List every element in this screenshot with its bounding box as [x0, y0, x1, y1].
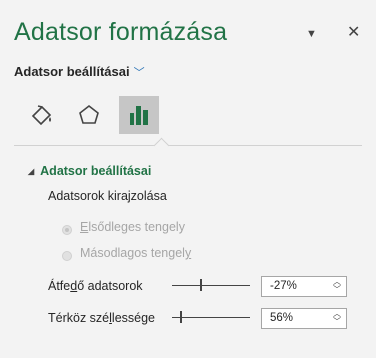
primary-axis-label: Elsődleges tengely — [80, 220, 185, 234]
primary-axis-radio[interactable] — [62, 225, 72, 235]
series-options-dropdown[interactable]: Adatsor beállításai ﹀ — [14, 64, 145, 80]
series-overlap-label: Átfedő adatsorok — [48, 279, 143, 293]
slider-thumb[interactable] — [180, 311, 182, 323]
triangle-down-icon[interactable]: ▼ — [306, 28, 317, 40]
fill-line-icon[interactable] — [22, 96, 62, 134]
slider-thumb[interactable] — [200, 279, 202, 291]
section-title: Adatsor beállításai — [40, 164, 152, 178]
collapse-triangle-icon: ◢ — [28, 167, 35, 176]
gap-width-slider[interactable] — [172, 311, 250, 325]
divider-pointer — [153, 137, 170, 154]
secondary-axis-label: Másodlagos tengely — [80, 246, 192, 260]
effects-pentagon-icon[interactable] — [69, 96, 109, 134]
close-icon[interactable]: ✕ — [347, 22, 360, 42]
pane-title: Adatsor formázása — [14, 18, 228, 46]
series-overlap-spinner[interactable]: -27% ︿ ﹀ — [261, 276, 347, 297]
series-options-bar-chart-icon[interactable] — [119, 96, 159, 134]
series-options-dropdown-label: Adatsor beállításai — [14, 64, 130, 79]
series-options-section-header[interactable]: ◢ Adatsor beállításai — [28, 164, 151, 178]
series-overlap-slider[interactable] — [172, 279, 250, 293]
slider-track — [172, 285, 250, 286]
spinner-arrows-icon[interactable]: ︿ ﹀ — [333, 278, 341, 294]
spinner-arrows-icon[interactable]: ︿ ﹀ — [333, 310, 341, 326]
gap-width-spinner[interactable]: 56% ︿ ﹀ — [261, 308, 347, 329]
chevron-down-icon: ﹀ — [133, 67, 145, 79]
secondary-axis-radio[interactable] — [62, 251, 72, 261]
slider-track — [172, 317, 250, 318]
gap-width-value[interactable]: 56% — [270, 312, 293, 324]
format-data-series-pane: Adatsor formázása ▼ ✕ Adatsor beállítása… — [0, 0, 376, 358]
plot-series-on-label: Adatsorok kirajzolása — [48, 189, 167, 203]
gap-width-label: Térköz széllessége — [48, 311, 156, 325]
divider — [14, 145, 362, 146]
series-overlap-value[interactable]: -27% — [270, 280, 297, 292]
